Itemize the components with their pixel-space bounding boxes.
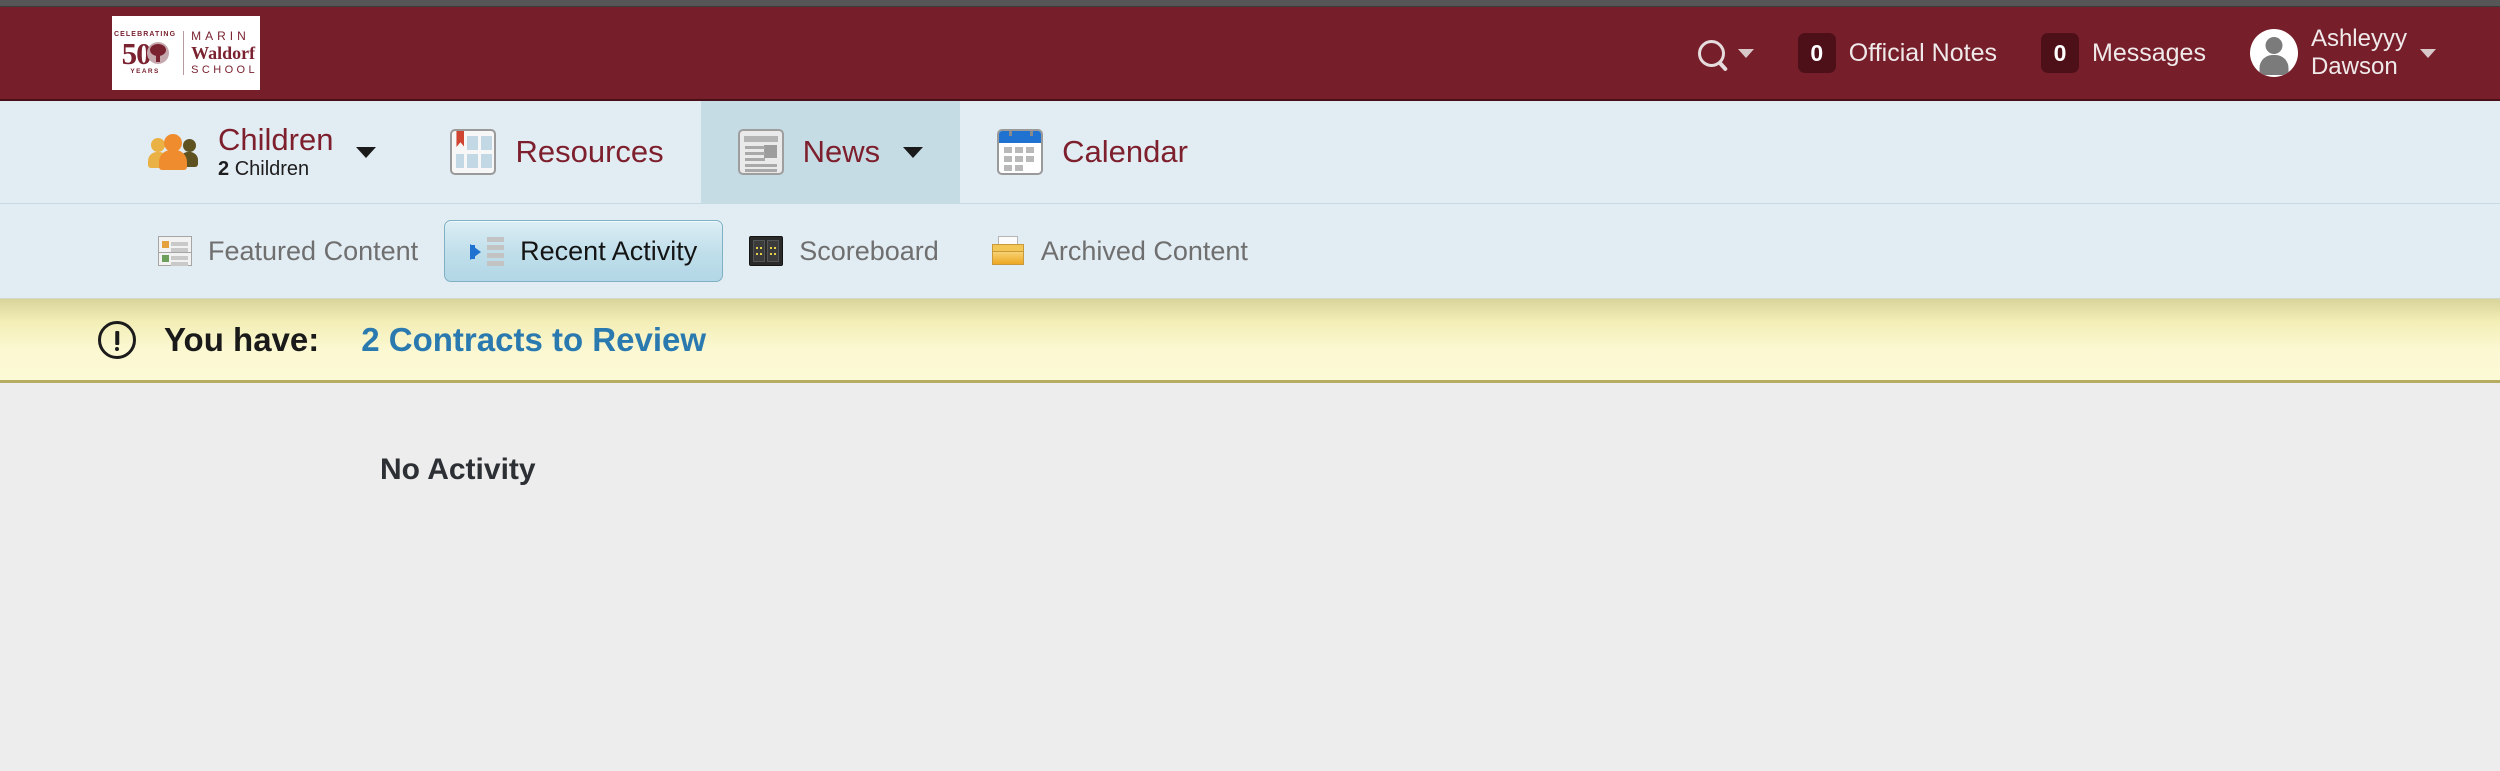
search-control[interactable] — [1676, 23, 1776, 83]
exclamation-circle-icon — [98, 320, 136, 359]
news-chevron-down-icon[interactable] — [903, 146, 924, 158]
site-header: CELEBRATING 50 YEARS MARIN Waldorf SCHOO… — [0, 7, 2500, 101]
page-root: CELEBRATING 50 YEARS MARIN Waldorf SCHOO… — [0, 0, 2500, 771]
tree-icon — [146, 42, 169, 65]
people-icon — [148, 132, 199, 172]
tab-recent-activity-label: Recent Activity — [520, 235, 698, 266]
tab-recent-activity[interactable]: Recent Activity — [444, 220, 724, 282]
nav-item-calendar-label: Calendar — [1062, 134, 1188, 169]
archived-content-icon — [991, 236, 1025, 266]
contracts-to-review-link[interactable]: 2 Contracts to Review — [361, 321, 706, 359]
logo-marin-text: MARIN — [191, 28, 250, 43]
recent-activity-icon — [470, 236, 505, 266]
children-count-label: Children — [234, 158, 310, 181]
user-first-name: Ashleyyy — [2310, 25, 2407, 53]
logo-school-text: SCHOOL — [191, 64, 258, 77]
messages-link[interactable]: 0 Messages — [2019, 23, 2228, 83]
user-last-name: Dawson — [2310, 53, 2398, 80]
tab-featured-content-label: Featured Content — [208, 235, 419, 266]
nav-item-children-label: Children — [218, 122, 334, 158]
tab-scoreboard-label: Scoreboard — [799, 235, 939, 266]
alert-prefix: You have: — [164, 320, 320, 358]
official-notes-link[interactable]: 0 Official Notes — [1776, 23, 2019, 83]
messages-label: Messages — [2092, 38, 2206, 67]
featured-content-icon — [158, 236, 192, 266]
no-activity-message: No Activity — [380, 453, 536, 486]
tab-archived-content-label: Archived Content — [1040, 235, 1248, 266]
tab-scoreboard[interactable]: Scoreboard — [723, 220, 965, 282]
logo-years-text: YEARS — [130, 67, 160, 75]
chevron-down-icon[interactable] — [1737, 48, 1754, 58]
sub-navigation: Featured Content Recent Activity Scorebo… — [0, 204, 2500, 299]
children-chevron-down-icon[interactable] — [356, 146, 377, 158]
school-logo[interactable]: CELEBRATING 50 YEARS MARIN Waldorf SCHOO… — [112, 16, 260, 90]
children-count: 2 — [218, 158, 230, 181]
scoreboard-icon — [749, 236, 784, 266]
search-icon[interactable] — [1697, 39, 1725, 67]
user-menu-chevron-down-icon[interactable] — [2420, 48, 2436, 58]
header-actions: 0 Official Notes 0 Messages Ashleyyy Daw… — [1676, 23, 2458, 83]
main-content: No Activity — [0, 383, 2500, 768]
nav-item-news-label: News — [802, 134, 881, 169]
tab-featured-content[interactable]: Featured Content — [132, 220, 444, 282]
messages-badge: 0 — [2041, 33, 2079, 73]
nav-item-news[interactable]: News — [700, 101, 961, 203]
tab-archived-content[interactable]: Archived Content — [965, 220, 1274, 282]
main-navigation: Children 2 Children Resources News Calen… — [0, 101, 2500, 204]
logo-divider — [183, 30, 185, 76]
nav-item-resources-label: Resources — [515, 134, 664, 169]
browser-chrome-strip — [0, 0, 2500, 7]
avatar — [2249, 29, 2298, 77]
official-notes-label: Official Notes — [1848, 38, 1997, 67]
nav-item-resources[interactable]: Resources — [413, 101, 700, 203]
alert-banner: You have: 2 Contracts to Review — [0, 299, 2500, 383]
news-icon — [737, 129, 784, 175]
nav-item-children-subtitle: 2 Children — [218, 158, 333, 180]
user-name: Ashleyyy Dawson — [2311, 25, 2407, 81]
nav-item-children[interactable]: Children 2 Children — [112, 101, 413, 203]
resources-icon — [450, 129, 497, 175]
user-menu[interactable]: Ashleyyy Dawson — [2228, 23, 2458, 83]
official-notes-badge: 0 — [1797, 33, 1836, 73]
logo-waldorf-text: Waldorf — [191, 42, 256, 63]
nav-item-calendar[interactable]: Calendar — [960, 101, 1225, 203]
calendar-icon — [997, 129, 1044, 175]
